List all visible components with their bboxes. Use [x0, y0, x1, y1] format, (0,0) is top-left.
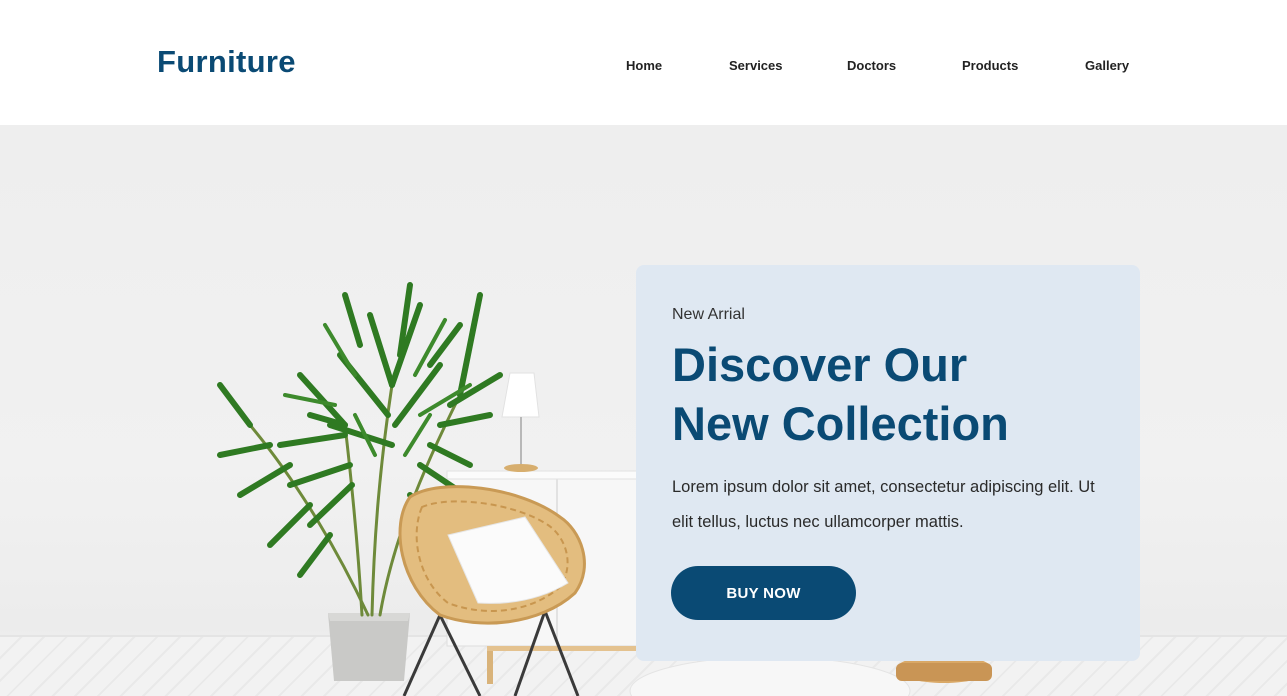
hero-eyebrow: New Arrial	[672, 306, 745, 323]
site-header: Furniture Home Services Doctors Products…	[0, 0, 1287, 125]
nav-doctors[interactable]: Doctors	[847, 58, 896, 73]
table-lamp	[501, 372, 540, 472]
hero-description: Lorem ipsum dolor sit amet, consectetur …	[672, 478, 1095, 531]
hero-section: New Arrial Discover Our New Collection L…	[0, 125, 1287, 696]
floor-pouf	[629, 655, 992, 696]
nav-home[interactable]: Home	[626, 58, 662, 73]
buy-now-button[interactable]: BUY NOW	[671, 566, 856, 620]
main-nav: Home Services Doctors Products Gallery	[0, 58, 1287, 78]
plant-pot	[328, 613, 410, 681]
nav-products[interactable]: Products	[962, 58, 1018, 73]
hero-card: New Arrial Discover Our New Collection L…	[636, 265, 1140, 661]
nav-services[interactable]: Services	[729, 58, 783, 73]
hero-headline-line-1: Discover Our	[672, 338, 968, 391]
hero-headline-line-2: New Collection	[672, 397, 1009, 450]
nav-gallery[interactable]: Gallery	[1085, 58, 1129, 73]
hero-headline: Discover Our New Collection	[672, 335, 1132, 453]
